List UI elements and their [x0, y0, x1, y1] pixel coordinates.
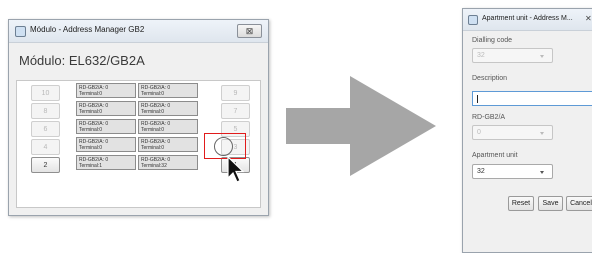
module-window-title: Módulo - Address Manager GB2 [30, 25, 145, 34]
apartment-button-8[interactable]: 8 [31, 103, 60, 119]
close-icon[interactable]: ✕ [585, 14, 592, 23]
chevron-down-icon [540, 55, 544, 58]
save-button[interactable]: Save [538, 196, 563, 211]
apartment-button-7[interactable]: 7 [221, 103, 250, 119]
description-input[interactable] [472, 91, 592, 106]
mouse-pointer-icon [227, 156, 245, 183]
text-caret [477, 95, 478, 103]
grid-cell[interactable]: RD-GB2/A: 0 Terminal:0 [138, 83, 198, 98]
apartment-unit-window: Apartment unit - Address M... ✕ Dialling… [462, 8, 592, 253]
apartment-button-9[interactable]: 9 [221, 85, 250, 101]
chevron-down-icon [540, 132, 544, 135]
cancel-button[interactable]: Cancel [566, 196, 592, 211]
grid-cell[interactable]: RD-GB2/A: 0 Terminal:0 [76, 101, 136, 116]
grid-cell[interactable]: RD-GB2/A: 0 Terminal:32 [138, 155, 198, 170]
apartment-unit-label: Apartment unit [472, 152, 518, 159]
module-window: Módulo - Address Manager GB2 ⊠ Módulo: E… [8, 19, 269, 216]
right-arrow-icon [286, 76, 436, 176]
grid-cell[interactable]: RD-GB2/A: 0 Terminal:1 [76, 155, 136, 170]
grid-cell[interactable]: RD-GB2/A: 0 Terminal:0 [138, 119, 198, 134]
reset-button[interactable]: Reset [508, 196, 534, 211]
close-button[interactable]: ⊠ [237, 24, 262, 38]
apartment-window-titlebar: Apartment unit - Address M... ✕ [463, 9, 592, 31]
grid-cell[interactable]: RD-GB2/A: 0 Terminal:0 [76, 137, 136, 152]
module-window-titlebar: Módulo - Address Manager GB2 ⊠ [9, 20, 268, 43]
grid-cell[interactable]: RD-GB2/A: 0 Terminal:0 [138, 137, 198, 152]
app-icon [468, 15, 478, 25]
dialling-code-select[interactable]: 32 [472, 48, 553, 63]
apartment-button-6[interactable]: 6 [31, 121, 60, 137]
apartment-button-4[interactable]: 4 [31, 139, 60, 155]
click-indicator [214, 137, 233, 156]
description-label: Description [472, 75, 508, 82]
rd-gb2a-select[interactable]: 0 [472, 125, 553, 140]
apartment-button-2[interactable]: 2 [31, 157, 60, 173]
apartment-unit-select[interactable]: 32 [472, 164, 553, 179]
grid-cell[interactable]: RD-GB2/A: 0 Terminal:0 [138, 101, 198, 116]
module-heading: Módulo: EL632/GB2A [19, 53, 145, 68]
apartment-window-title: Apartment unit - Address M... [482, 15, 573, 22]
chevron-down-icon [540, 171, 544, 174]
apartment-button-10[interactable]: 10 [31, 85, 60, 101]
rd-gb2a-label: RD-GB2/A [472, 114, 506, 121]
dialling-code-label: Dialling code [472, 37, 513, 44]
grid-cell[interactable]: RD-GB2/A: 0 Terminal:0 [76, 83, 136, 98]
app-icon [15, 26, 26, 37]
grid-cell[interactable]: RD-GB2/A: 0 Terminal:0 [76, 119, 136, 134]
